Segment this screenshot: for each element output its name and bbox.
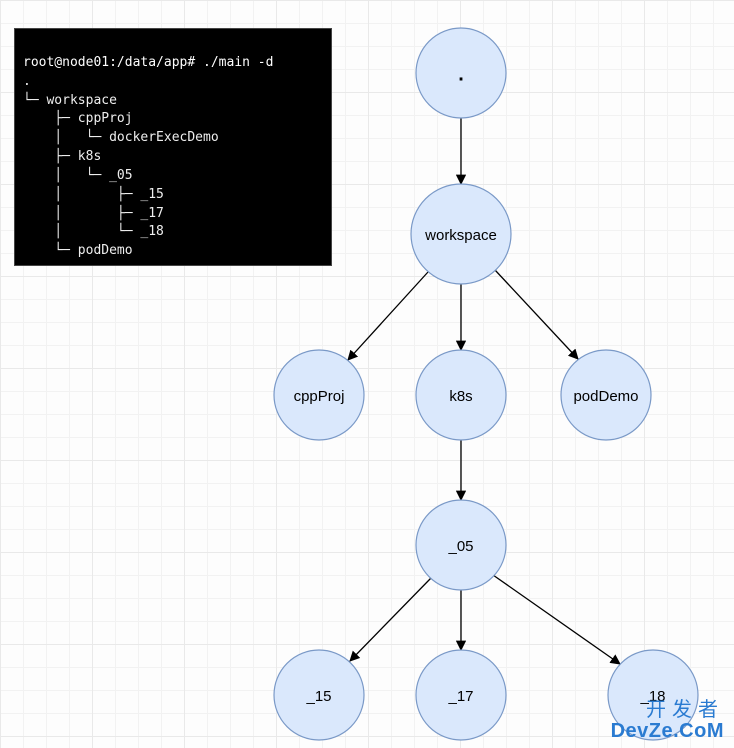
- tree-graph: . workspace cppProj k8s podDemo _05 _15 …: [0, 0, 734, 748]
- node-cppproj-label: cppProj: [294, 388, 345, 405]
- node-05[interactable]: _05: [416, 500, 506, 590]
- edge-workspace-cppproj: [348, 272, 428, 360]
- node-18-label: _18: [639, 688, 665, 705]
- node-15-label: _15: [305, 688, 331, 705]
- edge-05-18: [493, 575, 620, 664]
- node-17[interactable]: _17: [416, 650, 506, 740]
- edge-workspace-poddemo: [495, 270, 578, 359]
- node-k8s[interactable]: k8s: [416, 350, 506, 440]
- node-05-label: _05: [447, 538, 473, 555]
- node-root[interactable]: .: [416, 28, 506, 118]
- edge-05-15: [350, 578, 431, 661]
- node-k8s-label: k8s: [449, 388, 472, 405]
- node-poddemo[interactable]: podDemo: [561, 350, 651, 440]
- node-17-label: _17: [447, 688, 473, 705]
- node-poddemo-label: podDemo: [573, 388, 638, 405]
- node-workspace[interactable]: workspace: [411, 184, 511, 284]
- node-workspace-label: workspace: [424, 227, 497, 244]
- node-15[interactable]: _15: [274, 650, 364, 740]
- node-root-label: .: [458, 63, 464, 85]
- node-18[interactable]: _18: [608, 650, 698, 740]
- node-cppproj[interactable]: cppProj: [274, 350, 364, 440]
